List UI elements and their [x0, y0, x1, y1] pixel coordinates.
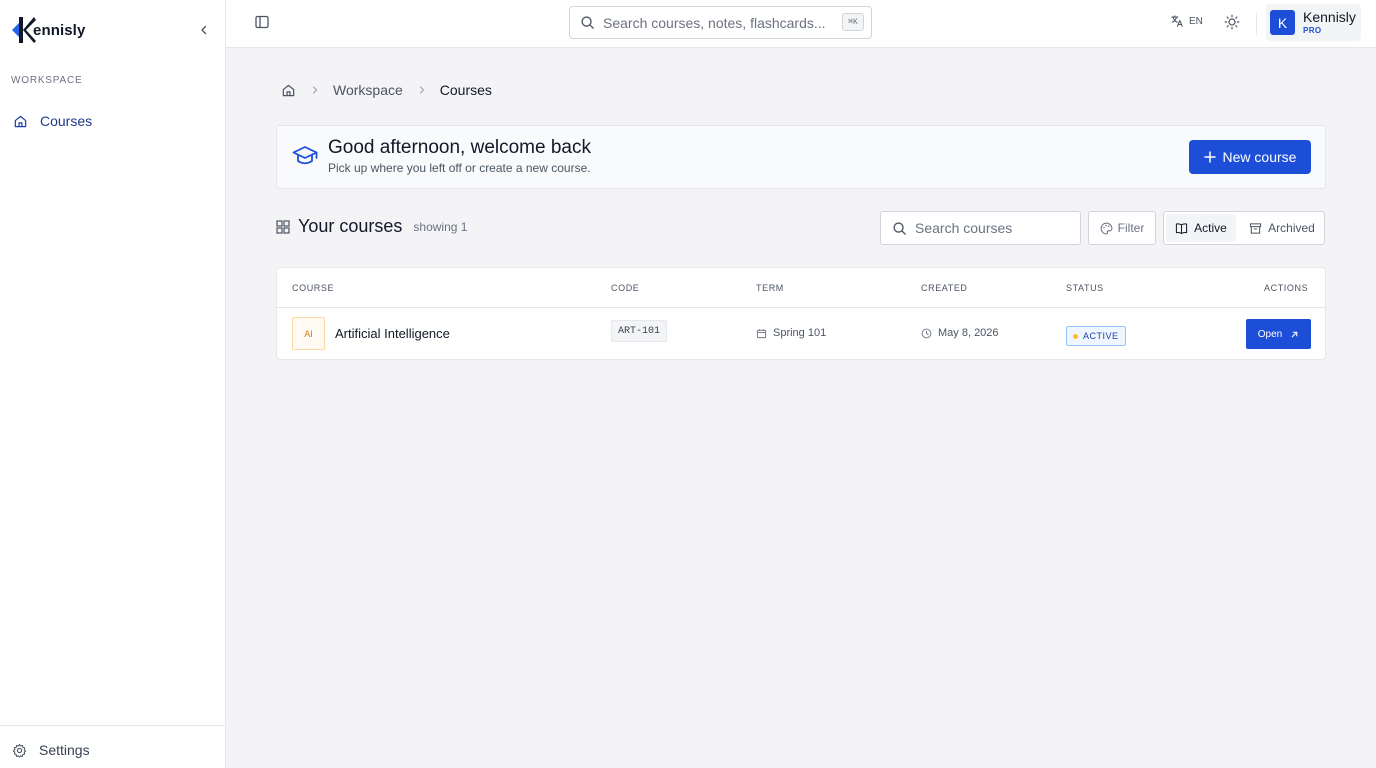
breadcrumb: Workspace Courses [281, 82, 492, 98]
graduation-cap-icon [292, 146, 318, 165]
gear-icon [12, 743, 27, 758]
tab-archived[interactable]: Archived [1240, 214, 1324, 242]
book-open-icon [1176, 222, 1188, 234]
column-header-created: CREATED [921, 283, 968, 293]
course-search-input[interactable] [915, 220, 1075, 236]
filter-label: Filter [1117, 221, 1145, 235]
course-code: ART-101 [611, 320, 668, 342]
logo[interactable]: ennisly [12, 14, 85, 46]
welcome-subtitle: Pick up where you left off or create a n… [328, 161, 591, 175]
courses-table: COURSE CODE TERM CREATED STATUS ACTIONS … [276, 267, 1326, 360]
welcome-title: Good afternoon, welcome back [328, 137, 591, 158]
new-course-button[interactable]: New course [1189, 140, 1311, 174]
plan-badge: PRO [1303, 26, 1322, 35]
filter-button[interactable]: Filter [1088, 211, 1156, 245]
row-divider [277, 307, 1325, 308]
tab-archived-label: Archived [1268, 221, 1315, 235]
search-icon [581, 16, 594, 29]
topbar: ⌘K EN K Kennisly PRO [226, 0, 1376, 48]
grid-icon [276, 219, 290, 234]
status-badge: ACTIVE [1066, 326, 1126, 346]
arrow-up-right-icon [1290, 330, 1299, 339]
sidebar-panel-icon [255, 15, 269, 29]
courses-header: Your courses showing 1 [276, 216, 467, 237]
column-header-actions: ACTIONS [1264, 283, 1309, 293]
course-created-label: May 8, 2026 [938, 327, 999, 339]
logo-text: ennisly [33, 21, 86, 39]
calendar-icon [756, 328, 767, 338]
search-icon [893, 221, 906, 235]
breadcrumb-current: Courses [439, 82, 492, 98]
translate-icon [1171, 15, 1183, 27]
global-search[interactable]: ⌘K [569, 6, 872, 39]
user-menu[interactable]: K Kennisly PRO [1266, 4, 1361, 41]
plus-icon [1203, 151, 1216, 163]
home-icon [14, 115, 27, 127]
new-course-label: New course [1222, 149, 1297, 165]
chevron-right-icon [419, 86, 425, 94]
course-created: May 8, 2026 [921, 327, 999, 339]
user-info: Kennisly PRO [1303, 9, 1356, 36]
language-label: EN [1189, 15, 1203, 27]
shortcut-hint: ⌘K [842, 13, 864, 31]
course-search[interactable] [880, 211, 1081, 245]
breadcrumb-separator [310, 85, 320, 95]
status-dot-icon [1073, 333, 1078, 339]
breadcrumb-workspace[interactable]: Workspace [333, 82, 403, 98]
user-name: Kennisly [1303, 9, 1356, 25]
language-button[interactable]: EN [1170, 14, 1203, 28]
welcome-card: Good afternoon, welcome back Pick up whe… [276, 125, 1326, 189]
sidebar-item-label: Courses [40, 113, 93, 129]
courses-title: Your courses [298, 216, 403, 236]
sun-icon [1224, 14, 1240, 30]
chevron-left-icon [201, 25, 207, 35]
courses-count: showing 1 [413, 219, 468, 234]
topbar-divider [1256, 13, 1257, 35]
sidebar-item-settings[interactable]: Settings [12, 742, 90, 758]
open-course-button[interactable]: Open [1246, 319, 1311, 349]
status-segmented-control: Active Archived [1163, 211, 1325, 245]
course-name[interactable]: Artificial Intelligence [335, 326, 450, 341]
global-search-input[interactable] [603, 14, 831, 31]
settings-label: Settings [39, 742, 90, 758]
breadcrumb-separator [417, 85, 427, 95]
archive-icon [1250, 222, 1262, 234]
chevron-right-icon [312, 86, 318, 94]
open-label: Open [1257, 328, 1283, 340]
home-icon[interactable] [281, 83, 296, 98]
course-badge: AI [292, 317, 325, 350]
kennisly-logo-icon [12, 17, 36, 43]
sidebar: ennisly WORKSPACE Courses Settings [0, 0, 226, 768]
column-header-code: CODE [611, 283, 640, 293]
tab-active-label: Active [1194, 221, 1227, 235]
status-label: ACTIVE [1083, 331, 1119, 341]
sidebar-item-courses[interactable]: Courses [8, 108, 216, 134]
theme-toggle-button[interactable] [1224, 14, 1240, 30]
collapse-sidebar-button[interactable] [196, 22, 212, 38]
column-header-term: TERM [756, 283, 784, 293]
course-term-label: Spring 101 [773, 327, 827, 339]
avatar: K [1270, 10, 1295, 35]
section-label-workspace: WORKSPACE [11, 75, 83, 86]
column-header-course: COURSE [292, 283, 335, 293]
sidebar-footer: Settings [0, 725, 225, 768]
tab-active[interactable]: Active [1166, 214, 1236, 242]
toggle-panel-button[interactable] [254, 14, 270, 30]
clock-icon [921, 328, 932, 338]
course-term: Spring 101 [756, 327, 826, 339]
palette-icon [1100, 222, 1113, 234]
column-header-status: STATUS [1066, 283, 1104, 293]
